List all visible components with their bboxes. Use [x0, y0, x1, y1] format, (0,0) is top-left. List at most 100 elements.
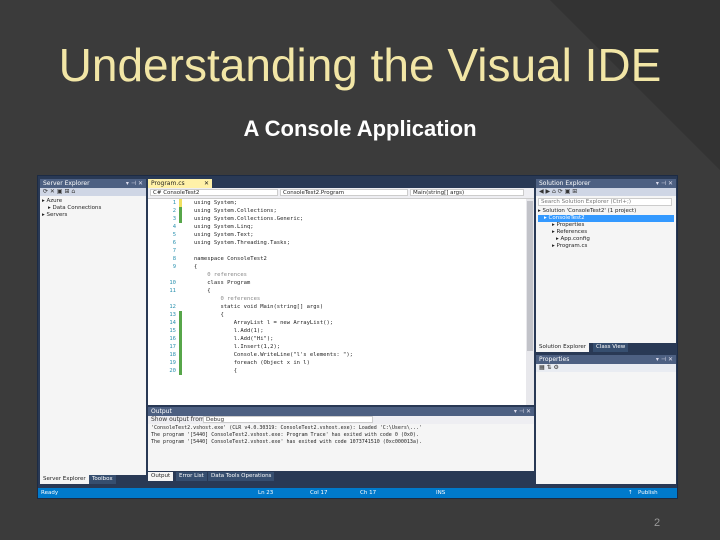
line-number: 12 [169, 304, 176, 310]
pin-icon[interactable]: ▾ ⊣ ✕ [126, 179, 143, 188]
solution-explorer-toolbar[interactable]: ◀ ▶ ⌂ ⟳ ▣ ⊞ [536, 188, 676, 196]
code-line[interactable]: 5 using System.Text; [148, 231, 526, 239]
publish-button[interactable]: Publish [638, 488, 658, 498]
code-line[interactable]: 13 { [148, 311, 526, 319]
change-marker [179, 311, 182, 319]
pin-icon[interactable]: ▾ ⊣ ✕ [656, 179, 673, 188]
code-line[interactable]: 2 using System.Collections; [148, 207, 526, 215]
code-editor[interactable]: Program.cs ✕ C# ConsoleTest2 ConsoleTest… [148, 179, 534, 405]
slide-background: Understanding the Visual IDE A Console A… [0, 0, 720, 540]
code-line[interactable]: 17 l.Insert(1,2); [148, 343, 526, 351]
output-title: Output [151, 408, 172, 415]
properties-toolbar[interactable]: ▦ ⇅ ⚙ [536, 364, 676, 372]
tree-item-label: Servers [46, 212, 68, 218]
tree-item[interactable]: ▸ Program.cs [538, 243, 674, 250]
code-text: { [194, 312, 224, 318]
page-number: 2 [654, 517, 661, 529]
tree-item-label: Properties [556, 222, 585, 228]
tab-solution-explorer[interactable]: Solution Explorer [536, 343, 590, 352]
code-line[interactable]: 7 [148, 247, 526, 255]
tab-server-explorer[interactable]: Server Explorer [40, 475, 89, 484]
code-line[interactable]: 14 ArrayList l = new ArrayList(); [148, 319, 526, 327]
server-explorer-title: Server Explorer [43, 180, 90, 187]
tab-program-cs[interactable]: Program.cs ✕ [148, 179, 212, 188]
vertical-scrollbar[interactable] [526, 199, 534, 405]
tree-item[interactable]: ▸ Properties [538, 222, 674, 229]
tab-class-view[interactable]: Class View [593, 343, 629, 352]
code-line[interactable]: 9{ [148, 263, 526, 271]
tree-item[interactable]: ▸ ConsoleTest2 [538, 215, 674, 222]
code-line[interactable]: 3 using System.Collections.Generic; [148, 215, 526, 223]
code-line[interactable]: 4 using System.Linq; [148, 223, 526, 231]
tree-item-label: References [556, 229, 588, 235]
scrollbar-thumb[interactable] [527, 201, 533, 351]
code-line[interactable]: 15 l.Add(1); [148, 327, 526, 335]
tab-data-tools-operations[interactable]: Data Tools Operations [208, 472, 275, 481]
code-line[interactable]: 0 references [148, 295, 526, 303]
server-explorer-toolbar[interactable]: ⟳ ✕ ▣ ⊞ ⌂ [40, 188, 146, 196]
code-line[interactable]: 11 { [148, 287, 526, 295]
navigation-bar: C# ConsoleTest2 ConsoleTest2.Program Mai… [148, 188, 534, 199]
code-line[interactable]: 8 namespace ConsoleTest2 [148, 255, 526, 263]
change-marker [179, 271, 182, 279]
code-text: 0 references [194, 296, 261, 302]
code-line[interactable]: 10 class Program [148, 279, 526, 287]
code-line[interactable]: 1 using System; [148, 199, 526, 207]
class-dropdown[interactable]: ConsoleTest2.Program [280, 189, 408, 196]
line-number: 1 [172, 200, 176, 206]
tab-toolbox[interactable]: Toolbox [89, 475, 116, 484]
code-line[interactable]: 16 l.Add("Hi"); [148, 335, 526, 343]
tree-item[interactable]: ▸ Solution 'ConsoleTest2' (1 project) [538, 208, 674, 215]
code-line[interactable]: 20 { [148, 367, 526, 375]
output-tabs: Output Error List Data Tools Operations [148, 472, 534, 481]
output-log: 'ConsoleTest2.vshost.exe' (CLR v4.0.3031… [151, 425, 531, 446]
change-marker [179, 287, 182, 295]
tab-output[interactable]: Output [148, 472, 174, 481]
tab-error-list[interactable]: Error List [176, 472, 207, 481]
code-text: using System.Collections.Generic; [194, 216, 304, 222]
code-line[interactable]: 6 using System.Threading.Tasks; [148, 239, 526, 247]
line-number: 9 [172, 264, 176, 270]
code-line[interactable]: 19 foreach (Object x in l) [148, 359, 526, 367]
tree-item[interactable]: ▸ References [538, 229, 674, 236]
solution-search-input[interactable]: Search Solution Explorer (Ctrl+;) [538, 198, 672, 206]
change-marker [179, 359, 182, 367]
pin-icon[interactable]: ▾ ⊣ ✕ [656, 355, 673, 364]
tree-item-label: ConsoleTest2 [548, 215, 585, 221]
solution-explorer-titlebar: Solution Explorer ▾ ⊣ ✕ [536, 179, 676, 188]
change-marker [179, 231, 182, 239]
project-dropdown[interactable]: C# ConsoleTest2 [150, 189, 278, 196]
member-dropdown[interactable]: Main(string[] args) [410, 189, 524, 196]
change-marker [179, 263, 182, 271]
solution-explorer-title: Solution Explorer [539, 180, 591, 187]
show-output-label: Show output from: [151, 416, 207, 423]
tree-item-label: Azure [46, 198, 63, 204]
code-area[interactable]: 1 using System; 2 using System.Collections;… [148, 199, 526, 405]
tree-item[interactable]: ▸ Azure [42, 198, 144, 205]
code-line[interactable]: 12 static void Main(string[] args) [148, 303, 526, 311]
tree-item-label: Data Connections [52, 205, 102, 211]
code-text: { [194, 264, 198, 270]
line-number: 16 [169, 336, 176, 342]
close-icon[interactable]: ✕ [204, 179, 209, 188]
code-line[interactable]: 18 Console.WriteLine("l's elements: "); [148, 351, 526, 359]
status-insert-mode: INS [436, 490, 446, 496]
tree-item-label: Solution 'ConsoleTest2' (1 project) [542, 208, 637, 214]
search-placeholder: Search Solution Explorer (Ctrl+;) [541, 199, 631, 205]
output-line: The program '[5440] ConsoleTest2.vshost.… [151, 432, 419, 438]
code-text: using System.Text; [194, 232, 254, 238]
slide-title: Understanding the Visual IDE [58, 39, 662, 91]
tree-item[interactable]: ▸ App.config [538, 236, 674, 243]
code-text: using System; [194, 200, 238, 206]
solution-tree: ▸ Solution 'ConsoleTest2' (1 project) ▸ C… [538, 208, 674, 250]
change-marker [179, 295, 182, 303]
tree-item[interactable]: ▸ Data Connections [42, 205, 144, 212]
line-number: 8 [172, 256, 176, 262]
code-line[interactable]: 0 references [148, 271, 526, 279]
tree-item[interactable]: ▸ Servers [42, 212, 144, 219]
output-source-dropdown[interactable]: Debug [203, 416, 373, 423]
code-text: 0 references [194, 272, 247, 278]
code-text: l.Insert(1,2); [194, 344, 281, 350]
output-panel: Output ▾ ⊣ ✕ Show output from: Debug 'Co… [148, 407, 534, 471]
pin-icon[interactable]: ▾ ⊣ ✕ [514, 407, 531, 416]
